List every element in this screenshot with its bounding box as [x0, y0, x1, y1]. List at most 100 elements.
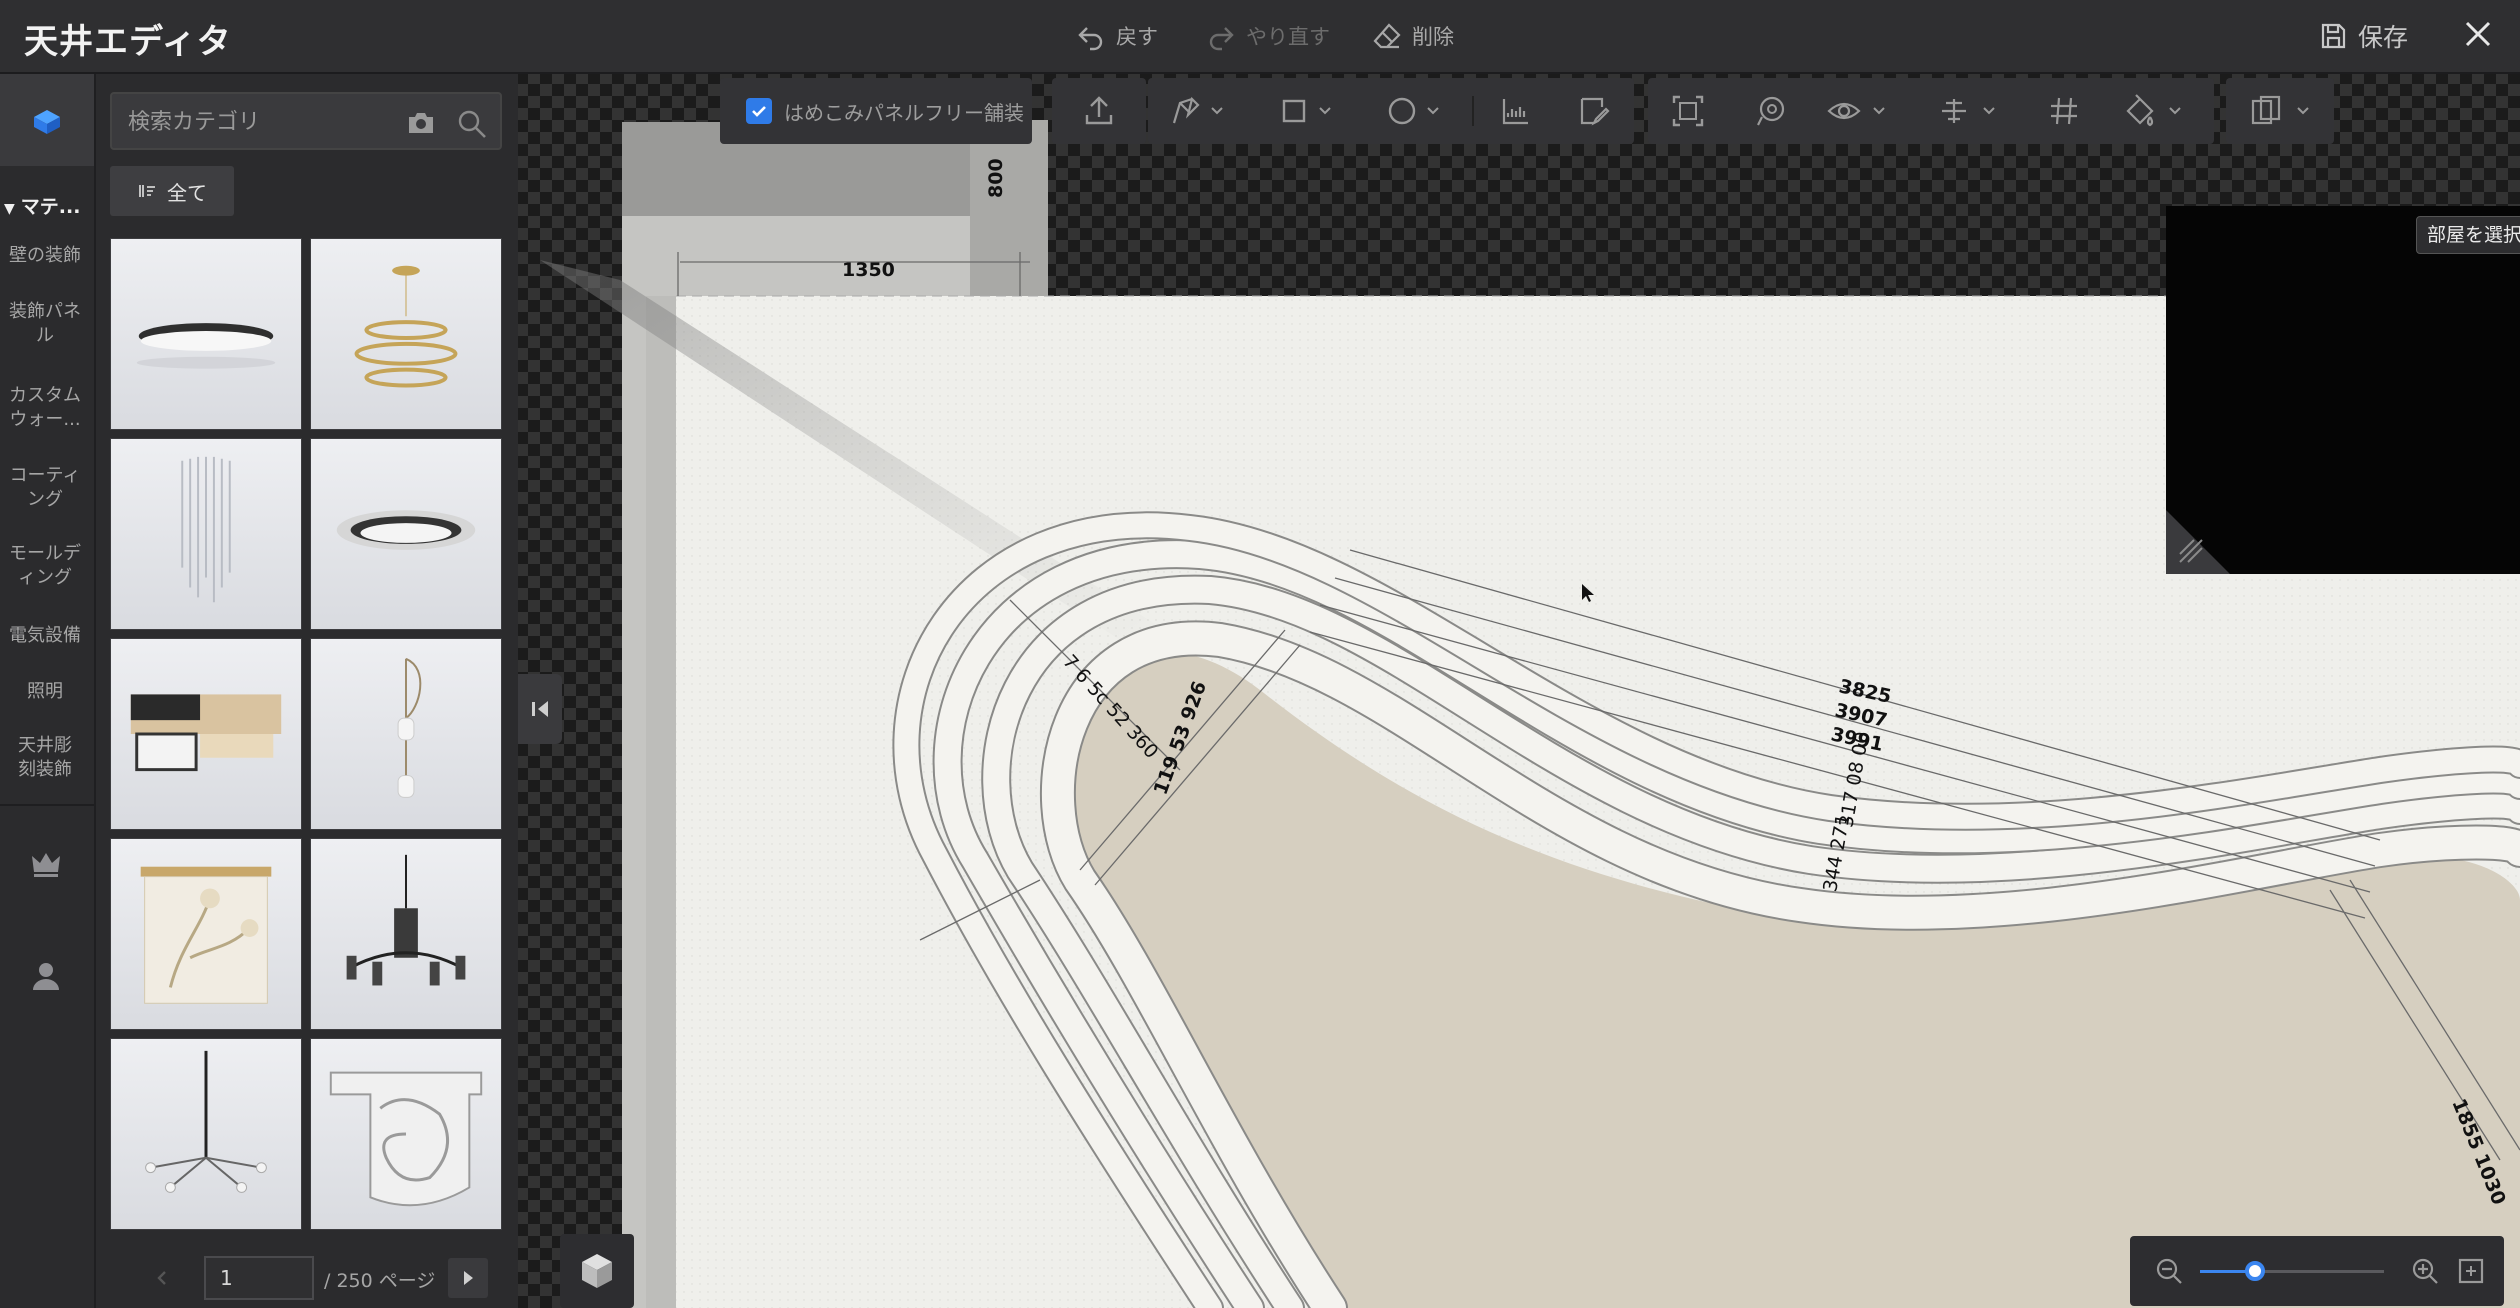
pagination: / 250 ページ: [110, 1254, 510, 1302]
category-header[interactable]: ▼ マテ...: [4, 192, 80, 219]
chevron-down-icon[interactable]: [1316, 102, 1334, 120]
align-center-icon[interactable]: [1936, 93, 1972, 129]
delete-label: 削除: [1412, 25, 1454, 49]
sidebar-item-decor-panel[interactable]: 装飾パネル: [0, 300, 90, 348]
page-number-input[interactable]: [204, 1256, 314, 1300]
chevron-down-icon[interactable]: [2166, 102, 2184, 120]
delete-button[interactable]: 削除: [1372, 16, 1454, 56]
dimension-800: 800: [985, 158, 1007, 198]
chevron-down-icon[interactable]: [1424, 102, 1442, 120]
catalog-item-carved-corbel[interactable]: [310, 1038, 502, 1230]
filter-all-button[interactable]: 全て: [110, 166, 234, 216]
next-page-button[interactable]: [448, 1258, 488, 1298]
catalog-panel: 全て / 250 ページ: [96, 74, 518, 1308]
catalog-item-wood-square-light[interactable]: [110, 638, 302, 830]
sputnik-chandelier-icon: [145, 1050, 267, 1193]
chevron-down-icon[interactable]: [2294, 102, 2312, 120]
chevron-left-icon[interactable]: [150, 1266, 174, 1290]
circle-icon[interactable]: [1384, 93, 1420, 129]
user-icon[interactable]: [28, 958, 64, 994]
layers-copy-icon[interactable]: [2248, 93, 2284, 129]
catalog-item-ring-pendant-light[interactable]: [310, 238, 502, 430]
catalog-item-sputnik-chandelier[interactable]: [110, 1038, 302, 1230]
eye-icon[interactable]: [1826, 93, 1862, 129]
redo-label: やり直す: [1246, 25, 1330, 49]
sidebar-item-electrical[interactable]: 電気設備: [0, 624, 90, 648]
grid-hash-icon[interactable]: [2046, 93, 2082, 129]
seamless-panel-label: はめこみパネルフリー舗装: [784, 100, 1024, 125]
crystal-chandelier-icon: [181, 456, 231, 603]
view-3d-button[interactable]: [560, 1234, 634, 1308]
close-icon[interactable]: [2458, 14, 2498, 54]
zoom-out-icon[interactable]: [2154, 1256, 2184, 1286]
search-box: [110, 92, 502, 150]
search-input[interactable]: [128, 106, 378, 138]
catalog-item-black-chandelier[interactable]: [310, 838, 502, 1030]
toolbar-group-view: [1648, 78, 2214, 144]
collapse-panel-button[interactable]: [518, 674, 562, 744]
fit-frame-icon[interactable]: [1670, 93, 1706, 129]
zoom-in-icon[interactable]: [2410, 1256, 2440, 1286]
undo-icon: [1078, 27, 1103, 51]
resize-handle-icon[interactable]: [2166, 510, 2230, 574]
chevron-down-icon[interactable]: [1870, 102, 1888, 120]
catalog-item-floral-drum-light[interactable]: [110, 838, 302, 1030]
category-rail: ▼ マテ... 壁の装飾 装飾パネル カスタムウォー... コーティング モールデ…: [0, 74, 96, 1308]
sidebar-item-molding[interactable]: モールディング: [0, 542, 90, 590]
cube-3d-icon: [582, 1254, 612, 1288]
toolbar-divider: [1472, 96, 1474, 126]
sidebar-item-coating[interactable]: コーティング: [0, 464, 90, 512]
bezier-pen-icon[interactable]: [1168, 93, 1204, 129]
fit-to-screen-icon[interactable]: [2456, 1256, 2486, 1286]
sidebar-item-lighting[interactable]: 照明: [0, 680, 90, 704]
black-chandelier-icon: [346, 854, 466, 986]
checkbox-checked-icon[interactable]: [746, 98, 772, 124]
rectangle-icon[interactable]: [1276, 93, 1312, 129]
catalog-item-pendant-lamp[interactable]: [310, 638, 502, 830]
flush-mount-light-icon: [336, 510, 476, 550]
camera-icon[interactable]: [406, 108, 436, 138]
search-icon[interactable]: [456, 108, 488, 140]
chevron-down-icon[interactable]: [1208, 102, 1226, 120]
floral-drum-light-icon: [140, 866, 272, 1004]
collapse-left-icon: [532, 701, 548, 717]
page-total: / 250 ページ: [324, 1270, 436, 1292]
redo-icon: [1209, 27, 1234, 51]
pendant-lamp-icon: [397, 657, 422, 798]
sidebar-item-custom-wall[interactable]: カスタムウォー...: [0, 384, 90, 432]
dimension-1350: 1350: [842, 259, 895, 281]
round-ceiling-light-icon: [136, 323, 276, 369]
caret-down-icon: ▼: [4, 201, 15, 217]
upload-icon[interactable]: [1081, 93, 1117, 129]
title-bar: 天井エディタ 戻す やり直す 削除 保存: [0, 0, 2520, 74]
crown-icon[interactable]: [28, 846, 64, 882]
rail-divider: [0, 804, 94, 806]
filter-label: 全て: [167, 180, 207, 205]
lasso-select-icon[interactable]: [1752, 93, 1788, 129]
catalog-item-crystal-chandelier[interactable]: [110, 438, 302, 630]
catalog-item-flush-mount-light[interactable]: [310, 438, 502, 630]
wood-square-light-icon: [130, 694, 282, 772]
paint-bucket-icon[interactable]: [2122, 93, 2158, 129]
ring-pendant-light-icon: [354, 265, 458, 388]
undo-button[interactable]: 戻す: [1076, 16, 1158, 56]
undo-label: 戻す: [1116, 25, 1158, 49]
catalog-item-round-ceiling-light[interactable]: [110, 238, 302, 430]
chevron-down-icon[interactable]: [1980, 102, 1998, 120]
zoom-slider-handle[interactable]: [2245, 1261, 2266, 1281]
edit-panel-icon[interactable]: [1576, 93, 1612, 129]
carved-corbel-icon: [329, 1071, 483, 1207]
save-icon: [2321, 23, 2346, 49]
eraser-icon: [1373, 23, 1401, 49]
zoom-control: [2130, 1236, 2504, 1306]
toolbar-group-layers: [2226, 78, 2334, 144]
sidebar-item-ceiling-carving[interactable]: 天井彫刻装飾: [0, 734, 90, 782]
seamless-panel-toggle[interactable]: はめこみパネルフリー舗装: [720, 78, 1032, 144]
toolbar-group-upload: [1052, 78, 1146, 144]
save-button[interactable]: 保存: [2318, 16, 2408, 56]
rail-tab-materials[interactable]: [0, 74, 94, 166]
select-room-button[interactable]: 部屋を選択: [2416, 216, 2520, 254]
stair-dimension-icon[interactable]: [1498, 93, 1534, 129]
redo-button[interactable]: やり直す: [1206, 16, 1330, 56]
sidebar-item-wall-decor[interactable]: 壁の装飾: [0, 244, 90, 268]
